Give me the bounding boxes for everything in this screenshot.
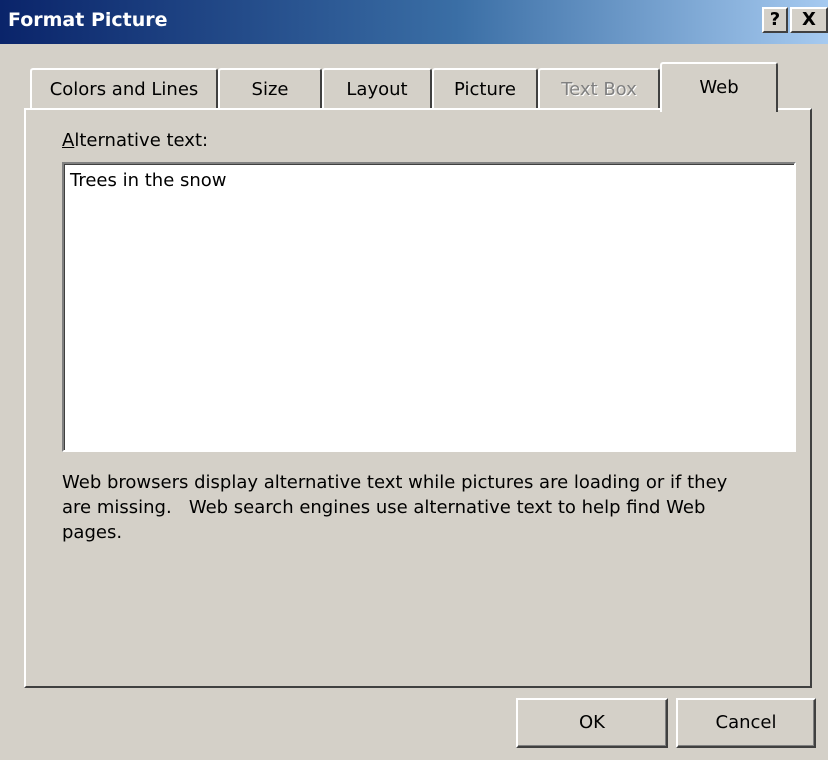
- cancel-button[interactable]: Cancel: [676, 698, 816, 748]
- tab-web[interactable]: Web: [660, 62, 778, 112]
- alternative-text-label: Alternative text:: [62, 130, 208, 151]
- alternative-text-label-rest: lternative text:: [74, 130, 209, 151]
- title-bar[interactable]: Format Picture ? X: [0, 0, 828, 44]
- alternative-text-accelerator: A: [62, 130, 75, 151]
- tab-colors-and-lines[interactable]: Colors and Lines: [30, 68, 218, 108]
- alternative-text-description: Web browsers display alternative text wh…: [62, 472, 728, 543]
- web-tab-panel: Alternative text: Trees in the snow Web …: [24, 108, 812, 688]
- tab-picture[interactable]: Picture: [432, 68, 538, 108]
- tab-size[interactable]: Size: [218, 68, 322, 108]
- format-picture-dialog: Format Picture ? X Colors and Lines Size…: [0, 0, 828, 760]
- help-icon[interactable]: ?: [762, 7, 788, 33]
- ok-button[interactable]: OK: [516, 698, 668, 748]
- tab-text-box: Text Box: [538, 68, 660, 108]
- alternative-text-input[interactable]: Trees in the snow: [62, 162, 796, 452]
- dialog-title: Format Picture: [8, 9, 168, 31]
- tab-layout[interactable]: Layout: [322, 68, 432, 108]
- close-icon[interactable]: X: [790, 7, 828, 33]
